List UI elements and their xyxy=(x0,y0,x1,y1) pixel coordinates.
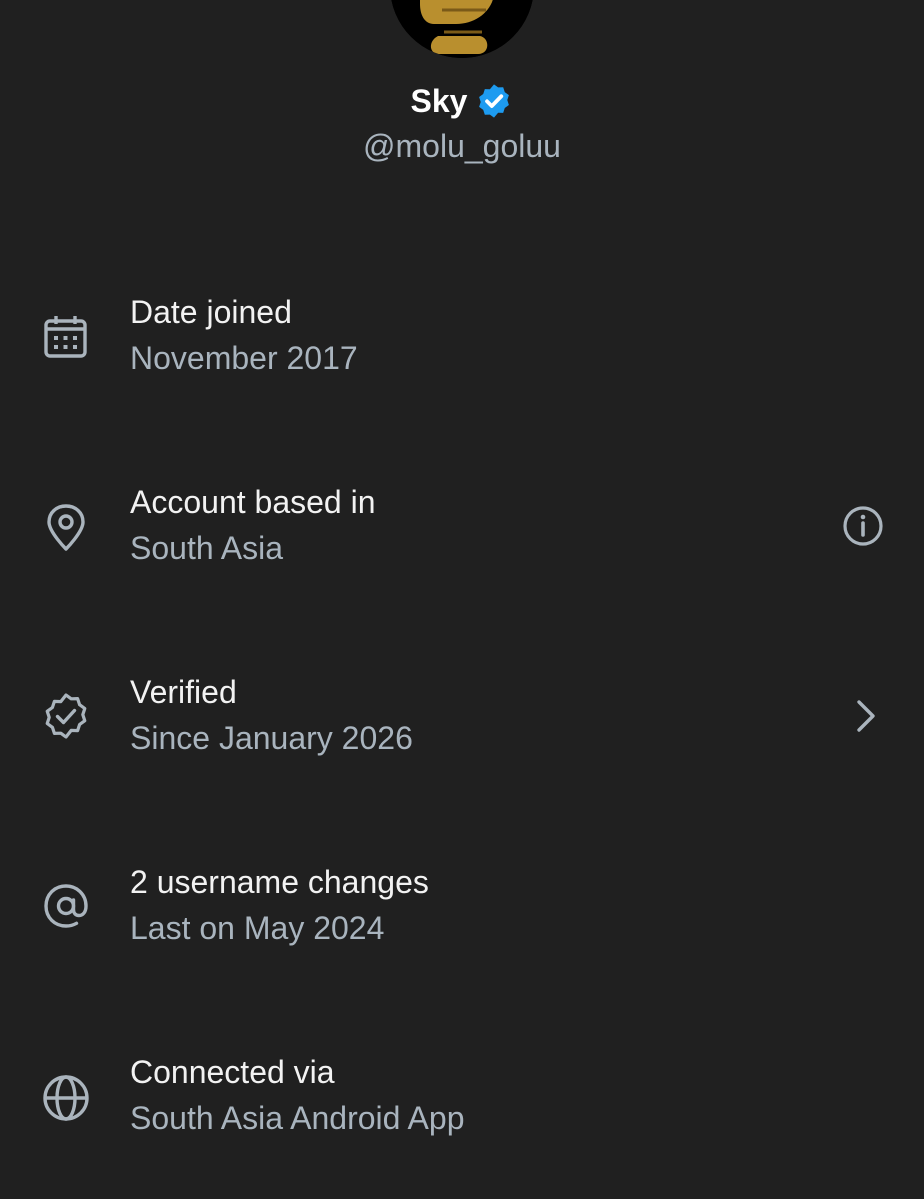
row-title: Account based in xyxy=(130,484,376,520)
info-icon[interactable] xyxy=(840,503,886,549)
verified-badge-icon[interactable] xyxy=(475,82,513,120)
profile-handle: @molu_goluu xyxy=(363,128,561,164)
info-row-verified[interactable]: Verified Since January 2026 xyxy=(0,670,924,780)
calendar-icon xyxy=(44,316,87,358)
verified-seal-icon xyxy=(45,693,87,739)
row-title: Verified xyxy=(130,674,237,710)
info-row-date-joined: Date joined November 2017 xyxy=(0,290,924,400)
row-subtitle: South Asia Android App xyxy=(130,1100,465,1136)
row-title: Date joined xyxy=(130,294,292,330)
info-row-connected-via: Connected via South Asia Android App xyxy=(0,1050,924,1160)
at-sign-icon xyxy=(44,884,88,928)
location-pin-icon xyxy=(47,504,85,551)
globe-icon xyxy=(43,1075,89,1121)
avatar[interactable] xyxy=(390,0,534,58)
row-title: Connected via xyxy=(130,1054,335,1090)
info-row-account-based-in: Account based in South Asia xyxy=(0,480,924,590)
info-row-username-changes: 2 username changes Last on May 2024 xyxy=(0,860,924,970)
row-title: 2 username changes xyxy=(130,864,429,900)
row-subtitle: South Asia xyxy=(130,530,283,566)
row-subtitle: Last on May 2024 xyxy=(130,910,385,946)
row-subtitle: November 2017 xyxy=(130,340,358,376)
thumbs-up-emoji-icon xyxy=(390,0,534,58)
display-name: Sky xyxy=(410,82,468,119)
chevron-right-icon[interactable] xyxy=(843,693,889,739)
profile-name-row: Sky xyxy=(0,82,924,120)
row-subtitle: Since January 2026 xyxy=(130,720,413,756)
